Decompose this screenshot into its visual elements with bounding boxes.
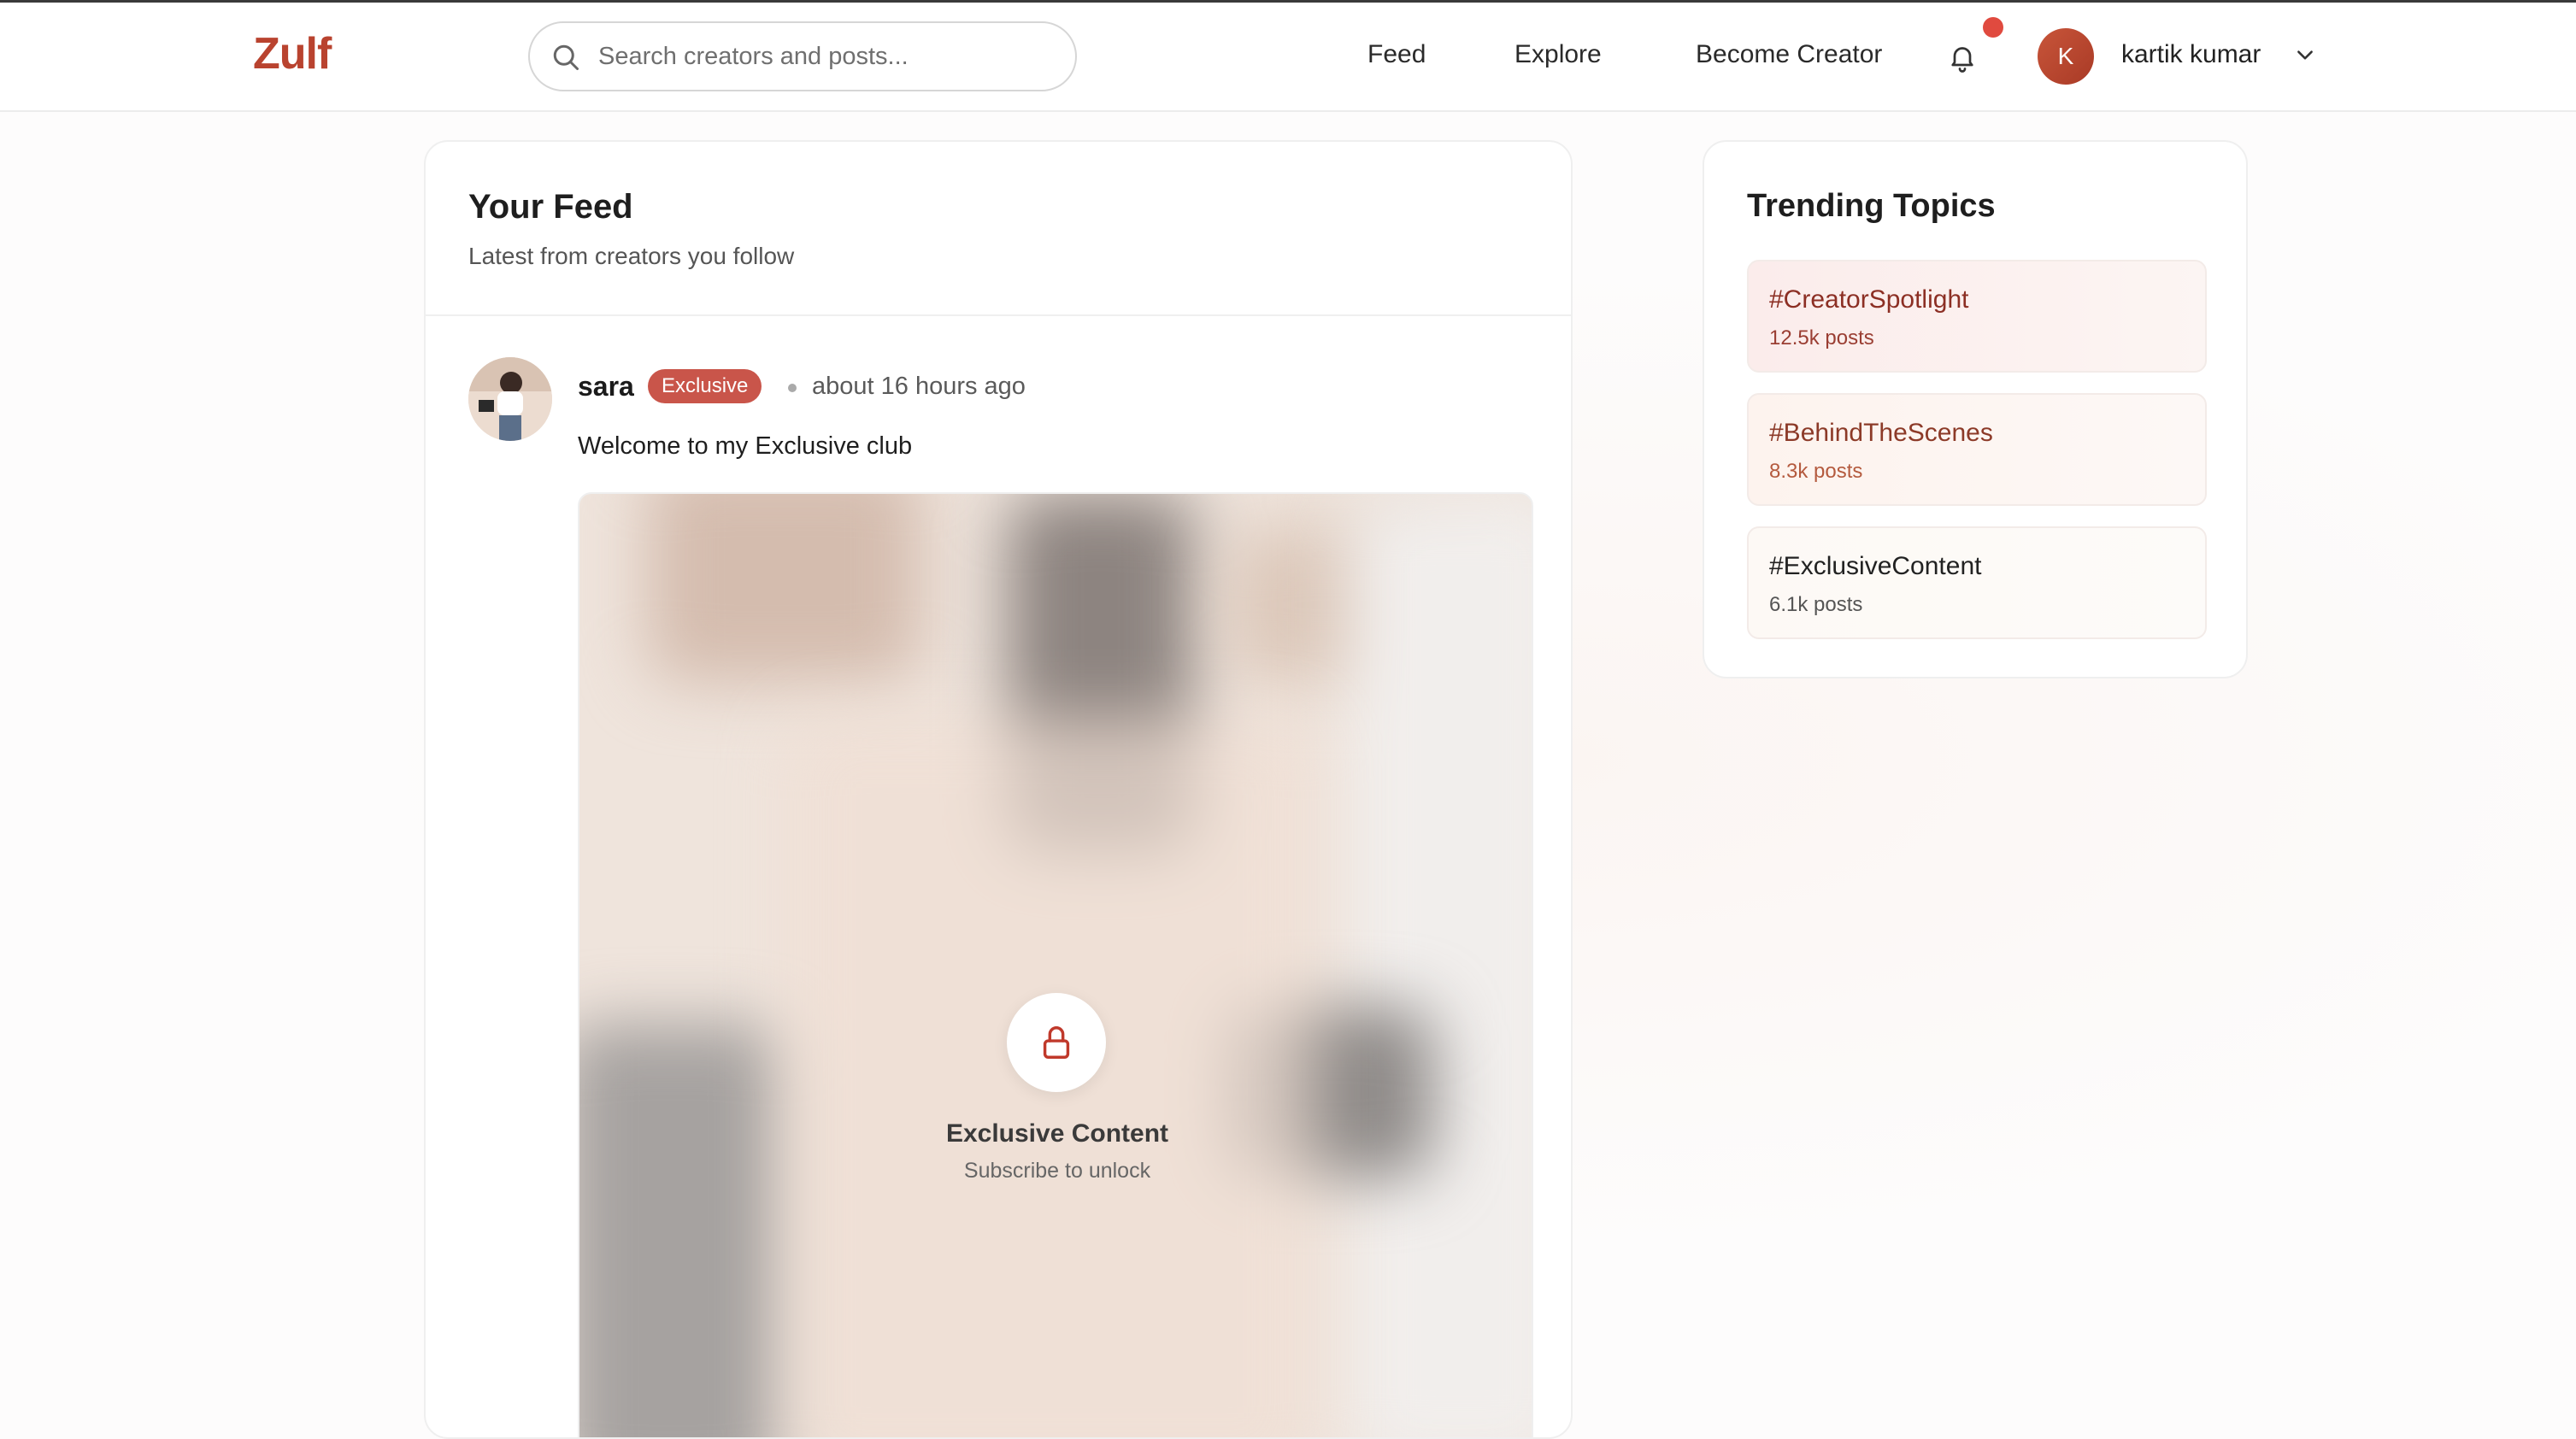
locked-content-subtitle: Subscribe to unlock <box>963 1159 1151 1183</box>
topic-count: 12.5k posts <box>1769 326 1874 349</box>
topic-tag: #BehindTheScenes <box>1769 419 1993 447</box>
feed-card: Your Feed Latest from creators you follo… <box>424 140 1573 1439</box>
feed-subtitle: Latest from creators you follow <box>468 243 795 269</box>
nav-become-creator-link[interactable]: Become Creator <box>1696 40 1882 69</box>
feed-title: Your Feed <box>468 188 633 226</box>
nav-explore-link[interactable]: Explore <box>1514 40 1602 69</box>
post-author-name[interactable]: sara <box>578 371 634 402</box>
notification-dot <box>1983 17 2003 38</box>
blurred-shape <box>579 1024 785 1437</box>
blurred-shape <box>1349 494 1532 1437</box>
locked-content-title: Exclusive Content <box>945 1119 1169 1148</box>
chevron-down-icon[interactable] <box>2294 47 2316 64</box>
exclusive-badge: Exclusive <box>648 369 762 403</box>
trending-title: Trending Topics <box>1747 188 1996 224</box>
post-author-avatar[interactable] <box>468 357 552 441</box>
nav-feed-link[interactable]: Feed <box>1367 40 1426 69</box>
topic-tag: #ExclusiveContent <box>1769 552 1982 580</box>
feed-header: Your Feed Latest from creators you follo… <box>426 142 1571 316</box>
app-logo[interactable]: Zulf <box>253 28 332 79</box>
trending-topic-item[interactable]: #CreatorSpotlight 12.5k posts <box>1747 260 2207 373</box>
post-text: Welcome to my Exclusive club <box>578 432 913 460</box>
user-name[interactable]: kartik kumar <box>2121 40 2261 69</box>
search-input[interactable] <box>598 37 1060 76</box>
search-bar[interactable] <box>528 21 1077 91</box>
top-navbar: Zulf Feed Explore Become Creator K karti… <box>0 3 2576 112</box>
post-timestamp: about 16 hours ago <box>812 373 1026 400</box>
locked-media[interactable]: Exclusive Content Subscribe to unlock <box>578 492 1533 1437</box>
trending-topic-item[interactable]: #ExclusiveContent 6.1k posts <box>1747 526 2207 639</box>
bell-icon[interactable] <box>1947 40 1978 74</box>
lock-button[interactable] <box>1007 993 1106 1092</box>
topic-tag: #CreatorSpotlight <box>1769 285 1969 314</box>
topic-count: 8.3k posts <box>1769 460 1863 483</box>
user-avatar[interactable]: K <box>2038 28 2094 85</box>
trending-topics-card: Trending Topics #CreatorSpotlight 12.5k … <box>1703 140 2248 678</box>
topic-count: 6.1k posts <box>1769 593 1863 616</box>
search-icon <box>553 44 579 70</box>
separator-dot <box>788 384 797 392</box>
trending-topic-item[interactable]: #BehindTheScenes 8.3k posts <box>1747 393 2207 506</box>
lock-icon <box>1043 1026 1070 1059</box>
blurred-shape <box>648 494 921 682</box>
